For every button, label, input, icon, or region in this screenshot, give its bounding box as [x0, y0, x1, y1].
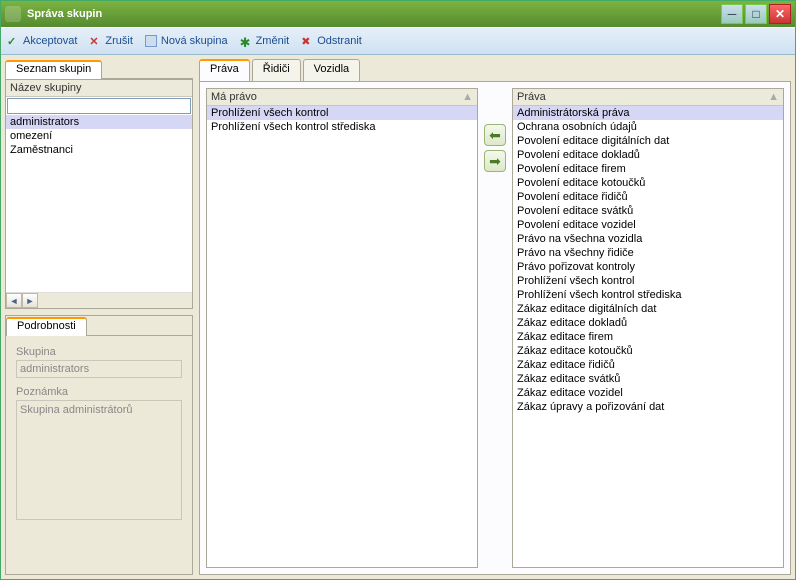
list-item[interactable]: Zákaz editace firem	[513, 330, 783, 344]
right-tabs: Práva Řidiči Vozidla	[199, 59, 791, 81]
available-rights-list[interactable]: Práva▲ Administrátorská právaOchrana oso…	[512, 88, 784, 568]
scroll-right-icon[interactable]: ►	[22, 293, 38, 308]
poznamka-label: Poznámka	[16, 386, 182, 398]
app-icon	[5, 6, 21, 22]
list-item[interactable]: Povolení editace řidičů	[513, 190, 783, 204]
close-button[interactable]: ✕	[769, 4, 791, 24]
skupina-field: administrators	[16, 360, 182, 378]
window-title: Správa skupin	[27, 8, 719, 20]
list-item[interactable]: Povolení editace dokladů	[513, 148, 783, 162]
available-header[interactable]: Práva▲	[513, 89, 783, 106]
check-icon: ✓	[7, 35, 19, 47]
rights-content: Má právo▲ Prohlížení všech kontrolProhlí…	[199, 81, 791, 575]
sort-icon: ▲	[768, 91, 779, 103]
client-area: Seznam skupin Název skupiny administrato…	[1, 55, 795, 579]
move-right-button[interactable]: ➡	[484, 150, 506, 172]
list-item[interactable]: Zákaz editace svátků	[513, 372, 783, 386]
list-item[interactable]: omezení	[6, 129, 192, 143]
list-item[interactable]: Povolení editace svátků	[513, 204, 783, 218]
list-item[interactable]: Zákaz editace vozidel	[513, 386, 783, 400]
new-icon	[145, 35, 157, 47]
right-pane: Práva Řidiči Vozidla Má právo▲ Prohlížen…	[199, 59, 791, 575]
list-item[interactable]: administrators	[6, 115, 192, 129]
titlebar[interactable]: Správa skupin ─ □ ✕	[1, 1, 795, 27]
tab-details[interactable]: Podrobnosti	[6, 317, 87, 336]
left-tabhead: Seznam skupin	[5, 59, 193, 79]
list-item[interactable]: Povolení editace vozidel	[513, 218, 783, 232]
list-item[interactable]: Zákaz editace digitálních dat	[513, 302, 783, 316]
accept-button[interactable]: ✓Akceptovat	[7, 35, 77, 47]
list-item[interactable]: Administrátorská práva	[513, 106, 783, 120]
details-tabhead: Podrobnosti	[6, 316, 192, 336]
tab-ridici[interactable]: Řidiči	[252, 59, 301, 81]
list-item[interactable]: Zákaz editace dokladů	[513, 316, 783, 330]
minimize-button[interactable]: ─	[721, 4, 743, 24]
x-icon: ✕	[89, 35, 101, 47]
available-rows: Administrátorská právaOchrana osobních ú…	[513, 106, 783, 567]
sort-icon: ▲	[462, 91, 473, 103]
edit-icon: ✱	[240, 35, 252, 47]
poznamka-field: Skupina administrátorů	[16, 400, 182, 520]
assigned-rights-list[interactable]: Má právo▲ Prohlížení všech kontrolProhlí…	[206, 88, 478, 568]
tab-prava[interactable]: Práva	[199, 59, 250, 81]
skupina-label: Skupina	[16, 346, 182, 358]
edit-button[interactable]: ✱Změnit	[240, 35, 290, 47]
maximize-button[interactable]: □	[745, 4, 767, 24]
list-item[interactable]: Prohlížení všech kontrol střediska	[207, 120, 477, 134]
assigned-header[interactable]: Má právo▲	[207, 89, 477, 106]
toolbar: ✓Akceptovat ✕Zrušit Nová skupina ✱Změnit…	[1, 27, 795, 55]
details-panel: Podrobnosti Skupina administrators Pozná…	[5, 315, 193, 575]
list-item[interactable]: Právo pořizovat kontroly	[513, 260, 783, 274]
left-pane: Seznam skupin Název skupiny administrato…	[5, 59, 193, 575]
list-item[interactable]: Zaměstnanci	[6, 143, 192, 157]
list-item[interactable]: Ochrana osobních údajů	[513, 120, 783, 134]
list-item[interactable]: Povolení editace kotoučků	[513, 176, 783, 190]
list-item[interactable]: Právo na všechna vozidla	[513, 232, 783, 246]
delete-button[interactable]: ✖Odstranit	[301, 35, 362, 47]
transfer-buttons: ⬅ ➡	[482, 88, 508, 568]
list-item[interactable]: Prohlížení všech kontrol střediska	[513, 288, 783, 302]
list-item[interactable]: Prohlížení všech kontrol	[513, 274, 783, 288]
details-body: Skupina administrators Poznámka Skupina …	[6, 336, 192, 530]
list-item[interactable]: Zákaz editace řidičů	[513, 358, 783, 372]
new-group-button[interactable]: Nová skupina	[145, 35, 228, 47]
tab-group-list[interactable]: Seznam skupin	[5, 60, 102, 79]
tab-vozidla[interactable]: Vozidla	[303, 59, 360, 81]
main-window: Správa skupin ─ □ ✕ ✓Akceptovat ✕Zrušit …	[0, 0, 796, 580]
scroll-left-icon[interactable]: ◄	[6, 293, 22, 308]
groups-rows: administratorsomezeníZaměstnanci	[6, 115, 192, 292]
list-item[interactable]: Právo na všechny řidiče	[513, 246, 783, 260]
list-item[interactable]: Povolení editace firem	[513, 162, 783, 176]
list-item[interactable]: Zákaz úpravy a pořizování dat	[513, 400, 783, 414]
list-item[interactable]: Povolení editace digitálních dat	[513, 134, 783, 148]
cancel-button[interactable]: ✕Zrušit	[89, 35, 133, 47]
move-left-button[interactable]: ⬅	[484, 124, 506, 146]
delete-icon: ✖	[301, 35, 313, 47]
list-item[interactable]: Prohlížení všech kontrol	[207, 106, 477, 120]
h-scrollbar[interactable]: ◄ ►	[6, 292, 192, 308]
groups-list[interactable]: Název skupiny administratorsomezeníZaměs…	[5, 79, 193, 309]
group-filter-input[interactable]	[7, 98, 191, 114]
assigned-rows: Prohlížení všech kontrolProhlížení všech…	[207, 106, 477, 567]
list-item[interactable]: Zákaz editace kotoučků	[513, 344, 783, 358]
groups-panel: Seznam skupin Název skupiny administrato…	[5, 59, 193, 309]
groups-header[interactable]: Název skupiny	[6, 80, 192, 97]
